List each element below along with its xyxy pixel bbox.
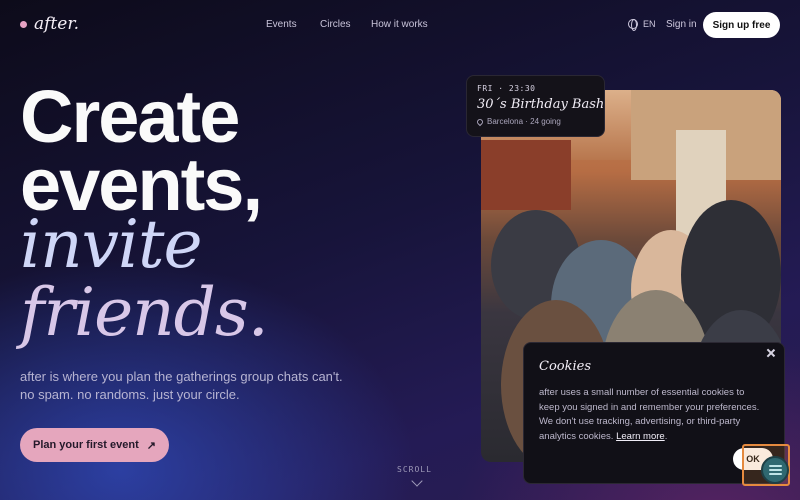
menu-icon-bar bbox=[768, 465, 782, 467]
learn-more-link[interactable]: Learn more bbox=[616, 431, 665, 442]
close-icon[interactable] bbox=[765, 348, 777, 360]
scroll-indicator-label[interactable]: SCROLL bbox=[397, 465, 432, 474]
logo-dot bbox=[20, 20, 27, 28]
event-meta: Barcelona · 24 going bbox=[475, 117, 594, 126]
sign-in-link[interactable]: Sign in bbox=[666, 19, 697, 30]
logo-text: after. bbox=[34, 14, 79, 34]
nav-link-events[interactable]: Events bbox=[266, 19, 297, 30]
photo-market bbox=[481, 140, 571, 210]
sign-up-button[interactable]: Sign up free bbox=[703, 12, 780, 38]
event-card[interactable]: FRI · 23:30 30´s Birthday Bash Barcelona… bbox=[466, 75, 605, 137]
event-meta-text: Barcelona · 24 going bbox=[487, 117, 561, 126]
language-label: EN bbox=[643, 19, 656, 29]
logo[interactable]: after. bbox=[20, 14, 79, 34]
menu-icon[interactable] bbox=[761, 456, 789, 484]
plan-event-label: Plan your first event bbox=[33, 439, 139, 451]
location-pin-icon bbox=[475, 117, 485, 126]
cookie-text: after uses a small number of essential c… bbox=[539, 386, 767, 444]
globe-icon bbox=[628, 19, 638, 31]
hero-title-line-3: invite bbox=[20, 206, 203, 283]
plan-event-button[interactable]: Plan your first event ↗ bbox=[20, 428, 169, 462]
language-selector[interactable]: EN bbox=[628, 19, 656, 31]
nav-link-circles[interactable]: Circles bbox=[320, 19, 351, 30]
hero-title-line-4: friends. bbox=[20, 274, 269, 351]
hero-subtitle-line-2: no spam. no randoms. just your circle. bbox=[20, 387, 240, 402]
cookie-title: Cookies bbox=[539, 359, 591, 374]
menu-icon-bar bbox=[768, 473, 782, 475]
menu-icon-bar bbox=[768, 469, 782, 471]
arrow-up-right-icon: ↗ bbox=[146, 439, 156, 452]
cookie-text-period: . bbox=[664, 430, 668, 442]
event-time: FRI · 23:30 bbox=[477, 84, 536, 93]
event-title: 30´s Birthday Bash bbox=[477, 97, 605, 112]
chevron-down-icon[interactable] bbox=[411, 475, 423, 487]
hero-subtitle: after is where you plan the gatherings g… bbox=[20, 368, 400, 404]
nav-link-how-it-works[interactable]: How it works bbox=[371, 19, 428, 30]
hero-subtitle-line-1: after is where you plan the gatherings g… bbox=[20, 369, 343, 384]
